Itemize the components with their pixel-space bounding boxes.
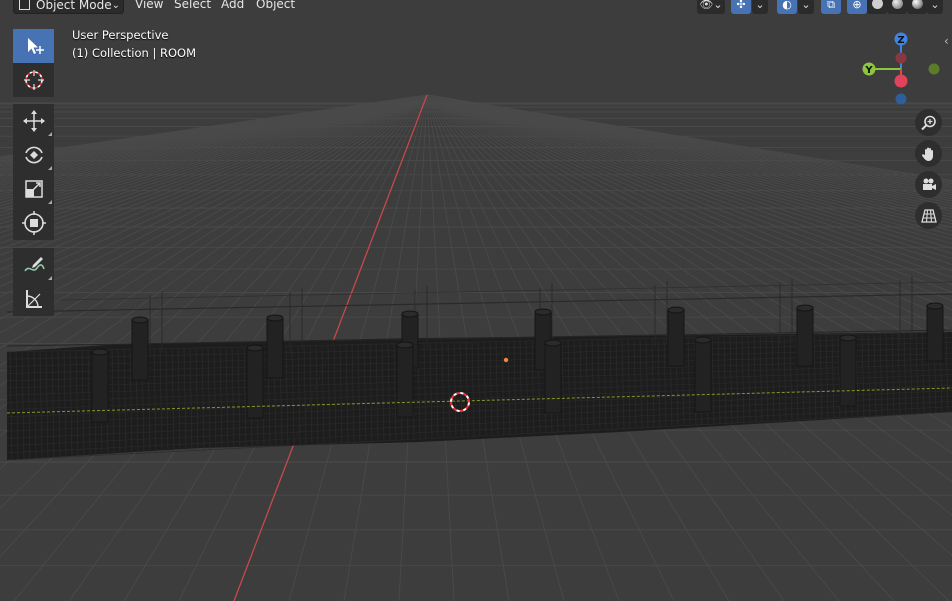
- view-name-label: User Perspective: [72, 28, 169, 42]
- solid-sphere-icon: [871, 0, 883, 9]
- measure-icon: [25, 290, 42, 308]
- mode-label: Object Mode: [36, 0, 112, 12]
- room-mesh: [6, 276, 952, 461]
- pillar-top: [694, 336, 712, 344]
- measure-tool[interactable]: [13, 282, 54, 316]
- object-origin-dot: [503, 357, 509, 363]
- 3d-viewport[interactable]: Object Mode ⌄ View Select Add Object 👁⌄ …: [0, 0, 952, 601]
- pillar: [544, 342, 562, 414]
- rendered-shading-button[interactable]: [907, 0, 927, 14]
- cursor-icon: [23, 70, 44, 90]
- xray-icon: ⧉: [827, 0, 835, 11]
- overlays-dropdown[interactable]: ⌄: [798, 0, 814, 14]
- scale-tool[interactable]: [13, 172, 54, 206]
- annotate-icon: [23, 257, 45, 272]
- rotate-icon: [24, 146, 43, 164]
- pillar: [91, 351, 109, 423]
- pillar-top: [396, 341, 414, 349]
- gizmo-dropdown[interactable]: ⌄: [752, 0, 768, 14]
- menu-select[interactable]: Select: [169, 0, 216, 14]
- camera-view-button[interactable]: [915, 171, 942, 198]
- pillar-top: [266, 314, 284, 322]
- neg-y-axis-handle: [928, 63, 940, 75]
- pillar: [796, 307, 814, 367]
- pillar-top: [534, 308, 552, 316]
- menu-view[interactable]: View: [130, 0, 168, 14]
- collection-info-label: (1) Collection | ROOM: [72, 46, 197, 60]
- x-axis-handle: [894, 74, 908, 88]
- y-axis-label: Y: [864, 65, 873, 76]
- overlays-toggle-button[interactable]: ◐: [777, 0, 797, 14]
- menu-object[interactable]: Object: [251, 0, 300, 14]
- chevron-down-icon: ⌄: [930, 0, 940, 11]
- move-icon: [22, 110, 45, 132]
- chevron-left-icon[interactable]: ‹: [944, 34, 949, 48]
- pillar: [246, 347, 264, 419]
- eye-icon: 👁: [699, 0, 714, 11]
- cursor-tool[interactable]: [13, 63, 54, 97]
- chevron-down-icon: ⌄: [801, 0, 811, 11]
- overlays-icon: ◐: [782, 0, 792, 11]
- pillar-top: [91, 348, 109, 356]
- camera-icon: [922, 178, 936, 190]
- scene-canvas[interactable]: [0, 0, 952, 601]
- shading-dropdown[interactable]: ⌄: [927, 0, 943, 14]
- pillar: [667, 309, 685, 367]
- menu-add[interactable]: Add: [216, 0, 249, 14]
- zoom-button[interactable]: [915, 109, 942, 136]
- pillar: [266, 317, 284, 379]
- grid-ortho-icon: [920, 208, 937, 223]
- move-tool[interactable]: [13, 104, 54, 138]
- neg-z-axis-handle: [895, 93, 907, 105]
- pillar: [694, 339, 712, 413]
- visibility-dropdown[interactable]: 👁⌄: [697, 0, 725, 14]
- pillar-top: [131, 316, 149, 324]
- select-box-tool[interactable]: [13, 29, 54, 63]
- pillar: [839, 337, 857, 407]
- gizmo-icon: ✣: [736, 0, 746, 11]
- material-sphere-icon: [891, 0, 903, 9]
- select-box-icon: [27, 38, 44, 54]
- pillar: [396, 344, 414, 418]
- material-shading-button[interactable]: [887, 0, 907, 14]
- scale-icon: [24, 180, 43, 198]
- pillar-top: [839, 334, 857, 342]
- pillar-top: [926, 302, 944, 310]
- rendered-sphere-icon: [911, 0, 923, 9]
- pillar-top: [544, 339, 562, 347]
- viewport-header: Object Mode ⌄ View Select Add Object 👁⌄ …: [0, 0, 952, 15]
- neg-x-axis-handle: [895, 52, 907, 64]
- transform-tool[interactable]: [13, 206, 54, 240]
- transform-icon: [21, 211, 46, 235]
- navigation-gizmo[interactable]: Z Y: [856, 28, 946, 110]
- hand-pan-icon: [921, 147, 933, 161]
- wireframe-sphere-icon: ⊕: [852, 0, 862, 11]
- pillar-top: [796, 304, 814, 312]
- xray-toggle-button[interactable]: ⧉: [821, 0, 841, 14]
- pillar-top: [667, 306, 685, 314]
- z-axis-label: Z: [897, 35, 904, 46]
- object-mode-icon: [19, 0, 30, 10]
- pan-button[interactable]: [915, 140, 942, 167]
- pillar: [926, 305, 944, 362]
- zoom-icon: [920, 115, 936, 130]
- pillar-top: [246, 344, 264, 352]
- ortho-toggle-button[interactable]: [915, 202, 942, 229]
- wall-edge: [59, 281, 952, 301]
- pillar-top: [401, 310, 419, 318]
- mode-dropdown[interactable]: Object Mode ⌄: [13, 0, 124, 14]
- wireframe-shading-button[interactable]: ⊕: [847, 0, 867, 14]
- chevron-down-icon: ⌄: [755, 0, 765, 11]
- annotate-tool[interactable]: [13, 248, 54, 282]
- chevron-down-icon: ⌄: [111, 0, 120, 11]
- gizmo-toggle-button[interactable]: ✣: [731, 0, 751, 14]
- rotate-tool[interactable]: [13, 138, 54, 172]
- solid-shading-button[interactable]: [867, 0, 887, 14]
- pillar: [131, 319, 149, 381]
